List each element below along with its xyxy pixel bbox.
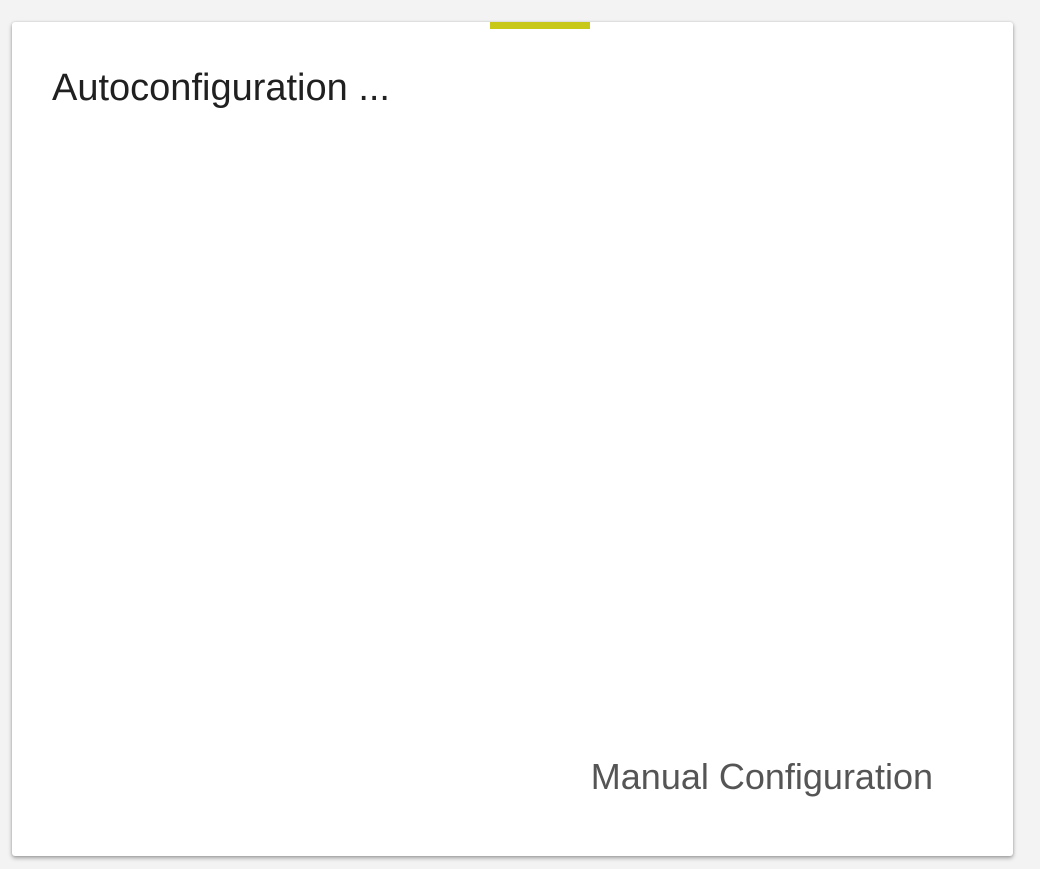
dialog-content-area (12, 142, 1013, 722)
loading-progress-bar (490, 22, 590, 29)
autoconfiguration-dialog: Autoconfiguration ... Manual Configurati… (12, 22, 1013, 856)
manual-configuration-button[interactable]: Manual Configuration (591, 756, 933, 798)
dialog-title: Autoconfiguration ... (52, 67, 390, 109)
